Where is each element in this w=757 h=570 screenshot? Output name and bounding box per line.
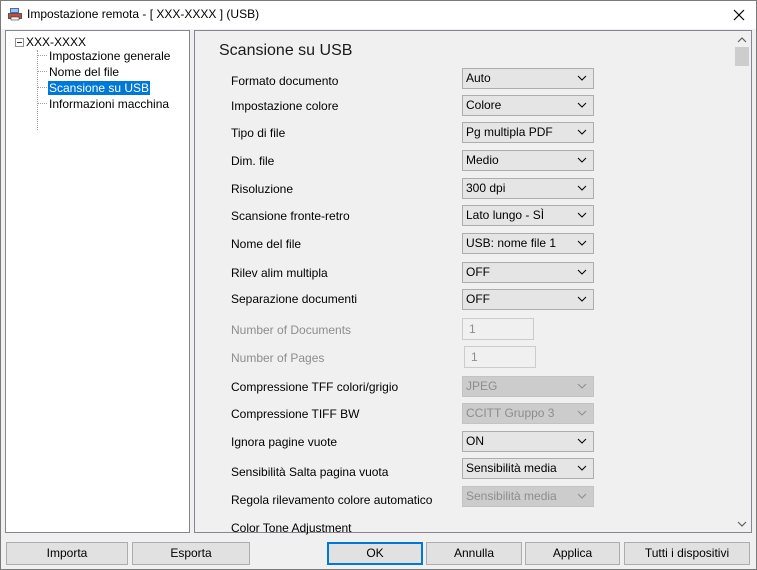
setting-label: Nome del file (231, 237, 302, 251)
chevron-down-icon (577, 157, 587, 163)
close-icon (733, 9, 745, 21)
scroll-thumb[interactable] (735, 47, 749, 66)
file-type-dropdown[interactable]: Pg multipla PDF (462, 122, 594, 143)
number-of-documents-field[interactable]: 1 (462, 318, 534, 340)
chevron-down-icon (577, 465, 587, 471)
color-gray-compression-dropdown[interactable]: JPEG (462, 376, 594, 397)
remote-setup-window: Impostazione remota - [ XXX-XXXX ] (USB)… (0, 0, 757, 570)
chevron-down-icon (577, 129, 587, 135)
chevron-down-icon (577, 240, 587, 246)
tree-item-general-settings[interactable]: Impostazione generale (37, 48, 171, 63)
cancel-button[interactable]: Annulla (426, 542, 522, 565)
scroll-down-button[interactable] (733, 516, 751, 532)
settings-panel: Scansione su USB Formato documento Auto … (194, 30, 752, 535)
chevron-down-icon (577, 438, 587, 444)
all-devices-button[interactable]: Tutti i dispositivi (624, 542, 750, 565)
setting-label: Rilev alim multipla (231, 266, 328, 280)
export-button[interactable]: Esporta (132, 542, 250, 565)
chevron-down-icon (577, 212, 587, 218)
setting-label: Compressione TFF colori/grigio (231, 380, 399, 394)
import-button[interactable]: Importa (6, 542, 128, 565)
setting-label: Number of Pages (231, 351, 325, 365)
tree-item-label: Impostazione generale (49, 48, 171, 63)
setting-label: Risoluzione (231, 182, 294, 196)
tree-item-label: Nome del file (49, 64, 120, 79)
chevron-down-icon (577, 269, 587, 275)
chevron-down-icon (577, 493, 587, 499)
multifeed-detection-dropdown[interactable]: OFF (462, 262, 594, 283)
setting-label: Separazione documenti (231, 292, 358, 306)
document-size-dropdown[interactable]: Auto (462, 68, 594, 89)
tree-item-machine-info[interactable]: Informazioni macchina (37, 96, 170, 111)
setting-label: Number of Documents (231, 323, 352, 337)
tree-item-label: Informazioni macchina (49, 96, 170, 111)
document-separation-dropdown[interactable]: OFF (462, 289, 594, 310)
number-of-pages-field[interactable]: 1 (464, 346, 536, 368)
setting-label: Compressione TIFF BW (231, 407, 360, 421)
tree-item-scan-to-usb[interactable]: Scansione su USB (37, 80, 151, 95)
setting-label: Scansione fronte-retro (231, 209, 350, 223)
chevron-down-icon (577, 102, 587, 108)
chevron-down-icon (577, 185, 587, 191)
setting-label: Ignora pagine vuote (231, 435, 338, 449)
page-title: Scansione su USB (219, 42, 353, 59)
setting-label: Impostazione colore (231, 99, 339, 113)
tree-item-label: Scansione su USB (48, 80, 151, 95)
setting-label: Tipo di file (231, 126, 286, 140)
tiff-bw-compression-dropdown[interactable]: CCITT Gruppo 3 (462, 403, 594, 424)
color-setting-dropdown[interactable]: Colore (462, 95, 594, 116)
ok-button[interactable]: OK (327, 542, 423, 565)
close-button[interactable] (722, 1, 756, 29)
chevron-down-icon (577, 296, 587, 302)
collapse-icon[interactable] (15, 37, 24, 47)
chevron-down-icon (577, 383, 587, 389)
blank-page-sensitivity-dropdown[interactable]: Sensibilità media (462, 458, 594, 479)
setting-label: Sensibilità Salta pagina vuota (231, 465, 389, 479)
window-title: Impostazione remota - [ XXX-XXXX ] (USB) (27, 7, 260, 21)
file-size-dropdown[interactable]: Medio (462, 150, 594, 171)
printer-app-icon (8, 8, 22, 21)
vertical-scrollbar[interactable] (733, 31, 751, 532)
title-bar[interactable]: Impostazione remota - [ XXX-XXXX ] (USB) (1, 1, 756, 29)
tree-item-file-name[interactable]: Nome del file (37, 64, 120, 79)
duplex-scan-dropdown[interactable]: Lato lungo - SÌ (462, 205, 594, 226)
setting-label: Regola rilevamento colore automatico (231, 493, 433, 507)
skip-blank-page-dropdown[interactable]: ON (462, 431, 594, 452)
chevron-down-icon (737, 521, 747, 527)
tree-root-label: XXX-XXXX (26, 35, 87, 49)
setting-label: Color Tone Adjustment (231, 521, 352, 535)
chevron-down-icon (577, 410, 587, 416)
setting-label: Formato documento (231, 74, 339, 88)
resolution-dropdown[interactable]: 300 dpi (462, 178, 594, 199)
file-name-dropdown[interactable]: USB: nome file 1 (462, 233, 594, 254)
settings-tree: XXX-XXXX Impostazione generale Nome del … (5, 30, 190, 533)
chevron-up-icon (737, 36, 747, 42)
auto-color-detect-dropdown[interactable]: Sensibilità media (462, 486, 594, 507)
chevron-down-icon (577, 75, 587, 81)
scroll-up-button[interactable] (733, 31, 751, 47)
apply-button[interactable]: Applica (525, 542, 620, 565)
setting-label: Dim. file (231, 154, 275, 168)
